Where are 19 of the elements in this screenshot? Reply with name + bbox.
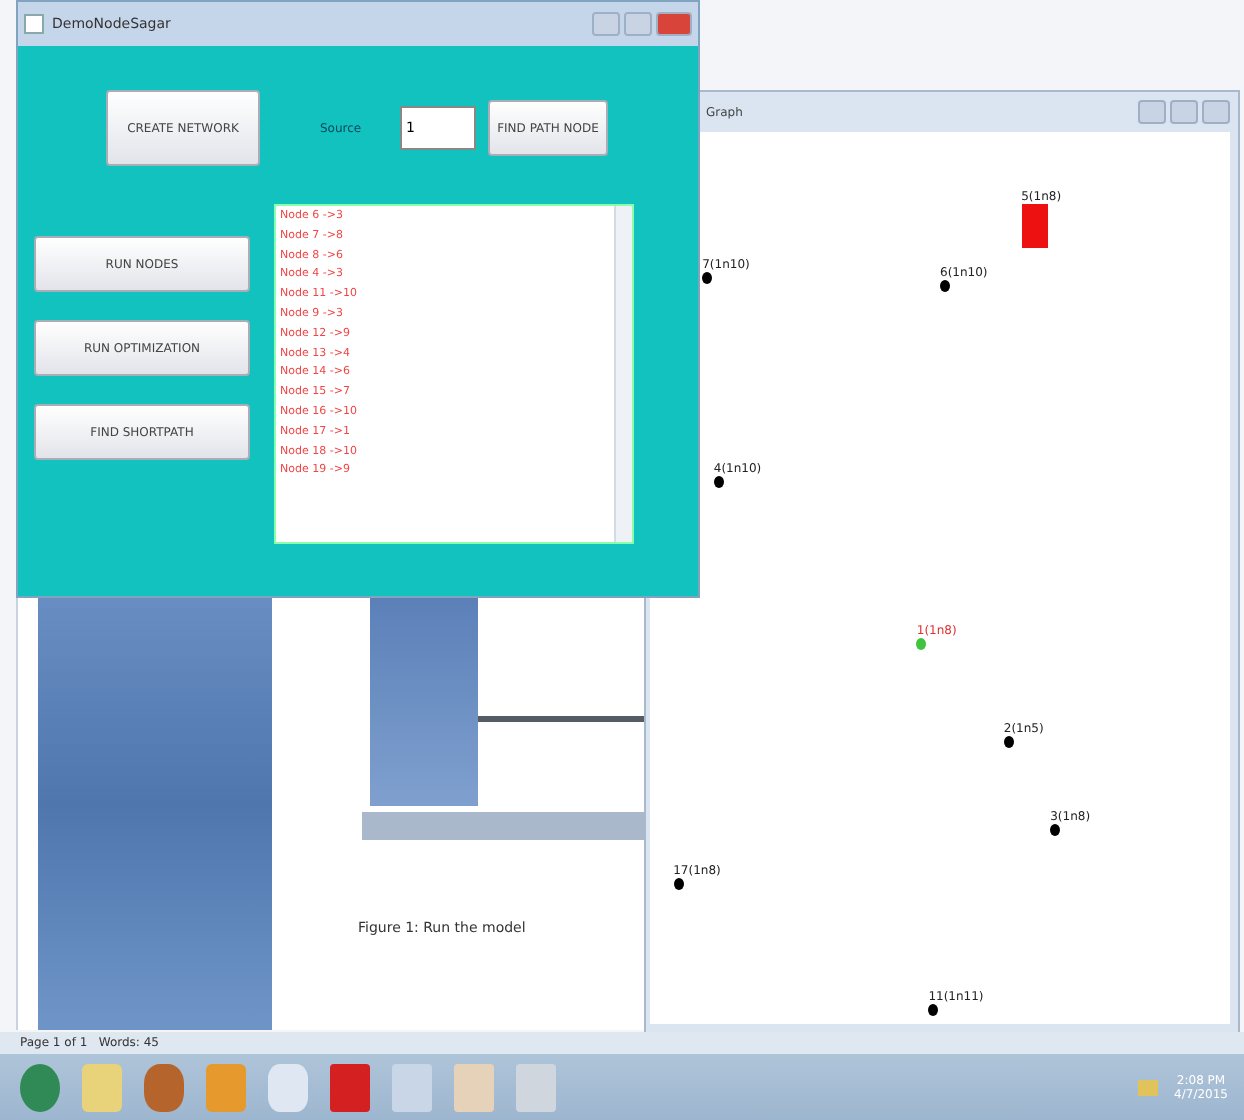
close-button[interactable] xyxy=(656,12,692,36)
scrollbar[interactable] xyxy=(614,206,632,542)
node-dot[interactable] xyxy=(673,878,684,891)
node-dot[interactable] xyxy=(1003,735,1014,748)
node-dot[interactable] xyxy=(940,280,950,293)
maximize-button[interactable] xyxy=(624,12,652,36)
tray-icon[interactable] xyxy=(1138,1079,1159,1095)
maximize-button[interactable] xyxy=(1170,100,1198,124)
minimize-button[interactable] xyxy=(1138,100,1166,124)
node-dot[interactable] xyxy=(916,637,927,650)
node-dot[interactable] xyxy=(702,271,713,284)
node-block[interactable] xyxy=(1021,203,1048,248)
start-orb-icon[interactable] xyxy=(20,1063,60,1111)
node-dot[interactable] xyxy=(1050,824,1061,837)
node-dot[interactable] xyxy=(713,476,724,489)
minimize-button[interactable] xyxy=(592,12,620,36)
node-dot[interactable] xyxy=(928,1003,939,1016)
app-icon xyxy=(24,14,44,34)
close-button[interactable] xyxy=(1202,100,1230,124)
